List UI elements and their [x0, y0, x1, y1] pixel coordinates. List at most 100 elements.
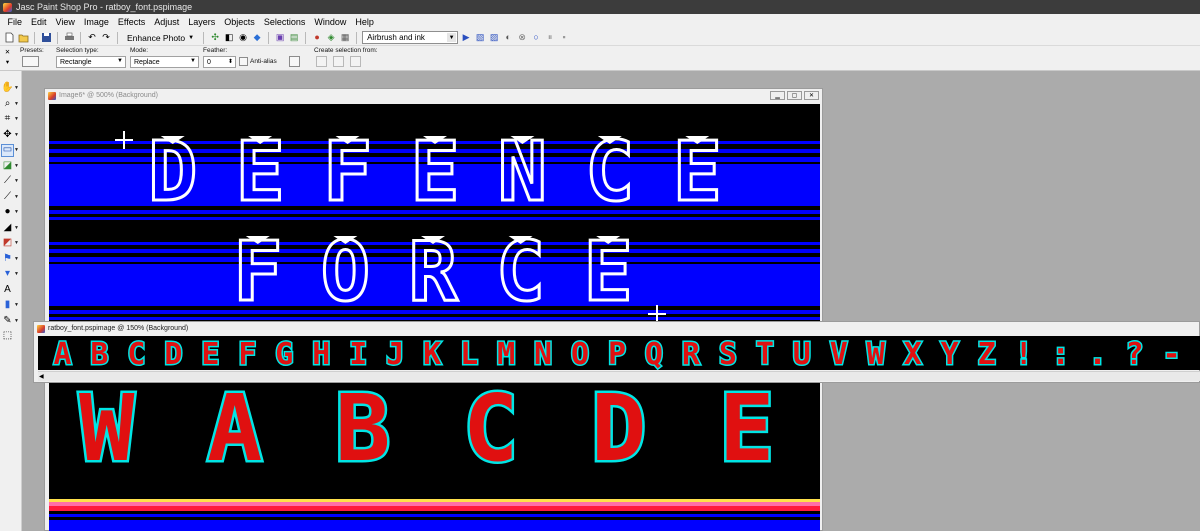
feather-input[interactable]: 0 ⬍: [203, 56, 236, 68]
stop-script-icon[interactable]: ⊗: [516, 32, 528, 44]
pin-icon[interactable]: ▾: [6, 58, 9, 68]
chevron-down-icon[interactable]: ▼: [14, 194, 19, 200]
chevron-down-icon[interactable]: ▼: [14, 101, 19, 107]
zoom-tool[interactable]: ⌕ ▼: [2, 97, 20, 111]
maximize-button[interactable]: ▢: [787, 91, 802, 100]
font-glyph: Y: [941, 337, 959, 370]
title-bar: Jasc Paint Shop Pro - ratboy_font.pspima…: [0, 0, 1200, 14]
chevron-down-icon[interactable]: ▼: [14, 318, 19, 324]
script-window-icon[interactable]: ▨: [488, 32, 500, 44]
script-select[interactable]: Airbrush and ink ▼: [362, 31, 459, 44]
close-icon[interactable]: ✕: [5, 48, 10, 58]
chevron-down-icon[interactable]: ▼: [14, 85, 19, 91]
font-glyph: X: [904, 337, 922, 370]
menu-objects[interactable]: Objects: [220, 17, 260, 27]
red-eye-icon[interactable]: ◉: [237, 32, 249, 44]
horizontal-scrollbar[interactable]: ◀: [38, 371, 1200, 381]
chevron-down-icon[interactable]: ▼: [14, 225, 19, 231]
toolbar-separator: [268, 31, 270, 44]
chevron-down-icon[interactable]: ▼: [14, 132, 19, 138]
image6-canvas[interactable]: DEFENCEFORCEWABCDE: [49, 104, 820, 531]
font-glyph: W: [867, 337, 886, 370]
object-selector-tool[interactable]: ⬚: [2, 329, 20, 343]
layers-icon[interactable]: ◈: [325, 32, 337, 44]
clone-brush-tool[interactable]: ⟋ ▼: [2, 190, 20, 204]
picture-tube-tool[interactable]: ⚑ ▼: [2, 252, 20, 266]
yellow-stripe: [49, 499, 820, 502]
select-all-icon[interactable]: [289, 56, 300, 67]
chevron-down-icon[interactable]: ▼: [14, 178, 19, 184]
print-icon[interactable]: [63, 32, 75, 44]
open-file-icon[interactable]: [17, 32, 29, 44]
ratboy-caption[interactable]: ratboy_font.pspimage @ 150% (Background): [34, 322, 1199, 335]
save-script-icon[interactable]: ▪: [558, 32, 570, 44]
selection-tool[interactable]: ▭ ▼: [1, 143, 20, 157]
menu-help[interactable]: Help: [351, 17, 379, 27]
airbrush-tool[interactable]: ▾ ▼: [2, 267, 20, 281]
drop-shadow-icon[interactable]: ◧: [223, 32, 235, 44]
chevron-down-icon[interactable]: ▼: [14, 240, 19, 246]
flood-fill-tool[interactable]: ◩ ▼: [2, 236, 20, 250]
text-icon: A: [4, 283, 11, 295]
chevron-down-icon[interactable]: ▼: [14, 147, 19, 153]
chevron-down-icon[interactable]: ▼: [14, 163, 19, 169]
browse-icon[interactable]: ▣: [274, 32, 286, 44]
paint-brush-tool[interactable]: ⟋ ▼: [2, 174, 20, 188]
palette-icon[interactable]: ●: [311, 32, 323, 44]
menu-bar: File Edit View Image Effects Adjust Laye…: [0, 14, 1200, 30]
overview-icon[interactable]: ▦: [339, 32, 351, 44]
menu-layers[interactable]: Layers: [184, 17, 220, 27]
menu-window[interactable]: Window: [310, 17, 351, 27]
menu-selections[interactable]: Selections: [259, 17, 310, 27]
antialias-checkbox[interactable]: [239, 57, 248, 66]
menu-file[interactable]: File: [3, 17, 27, 27]
pause-script-icon[interactable]: ⏸: [544, 32, 556, 44]
text-tool[interactable]: A: [2, 283, 20, 297]
close-button[interactable]: ✕: [804, 91, 819, 100]
font-glyph: .: [1089, 337, 1107, 370]
selection-from-layer-icon[interactable]: [316, 56, 327, 67]
minimize-button[interactable]: ▁: [770, 91, 785, 100]
scratch-remover-icon[interactable]: ◆: [251, 32, 263, 44]
menu-edit[interactable]: Edit: [27, 17, 52, 27]
selection-from-vector-icon[interactable]: [333, 56, 344, 67]
move-tool[interactable]: ✥ ▼: [2, 128, 20, 142]
chevron-down-icon[interactable]: ▼: [14, 209, 19, 215]
preset-shape-tool[interactable]: ▮ ▼: [2, 298, 20, 312]
menu-image[interactable]: Image: [79, 17, 113, 27]
selection-type-select[interactable]: Rectangle ▼: [56, 56, 126, 68]
presets-button[interactable]: [22, 56, 39, 67]
dodge-tool[interactable]: ● ▼: [2, 205, 20, 219]
menu-view[interactable]: View: [51, 17, 79, 27]
dropper-tool[interactable]: ◪ ▼: [2, 159, 20, 173]
image6-caption[interactable]: Image6* @ 500% (Background): [45, 89, 822, 102]
palette-grip[interactable]: ✕ ▾: [3, 48, 12, 69]
spinner-icon[interactable]: ⬍: [228, 58, 233, 65]
crop-tool[interactable]: ⌗ ▼: [2, 112, 20, 126]
save-icon[interactable]: [40, 32, 52, 44]
enhance-photo-button[interactable]: Enhance Photo ▼: [123, 33, 198, 43]
chevron-down-icon[interactable]: ▼: [14, 116, 19, 122]
selection-from-mask-icon[interactable]: [350, 56, 361, 67]
paint-bucket-icon: ◩: [2, 237, 13, 248]
pan-tool[interactable]: ✋ ▼: [1, 81, 20, 95]
chevron-down-icon[interactable]: ▼: [14, 302, 19, 308]
ratboy-canvas[interactable]: A B C D E F G H I J K L M N O P Q R S T U V W X Y Z!:.? -: [38, 336, 1200, 370]
eraser-tool[interactable]: ◢ ▼: [2, 221, 20, 235]
chevron-down-icon[interactable]: ▼: [14, 271, 19, 277]
chevron-down-icon[interactable]: ▼: [14, 256, 19, 262]
record-script-icon[interactable]: ○: [530, 32, 542, 44]
mode-select[interactable]: Replace ▼: [130, 56, 199, 68]
redo-icon[interactable]: ↷: [100, 32, 112, 44]
view-image-icon[interactable]: ▤: [288, 32, 300, 44]
effects-browser-icon[interactable]: ✣: [209, 32, 221, 44]
pen-tool[interactable]: ✎ ▼: [2, 314, 20, 328]
script-output-icon[interactable]: ◐: [502, 32, 514, 44]
menu-adjust[interactable]: Adjust: [150, 17, 184, 27]
edit-script-icon[interactable]: ▧: [474, 32, 486, 44]
menu-effects[interactable]: Effects: [113, 17, 149, 27]
new-file-icon[interactable]: [3, 32, 15, 44]
undo-icon[interactable]: ↶: [86, 32, 98, 44]
scroll-left-icon[interactable]: ◀: [39, 373, 44, 380]
run-script-icon[interactable]: ▶: [460, 32, 472, 44]
